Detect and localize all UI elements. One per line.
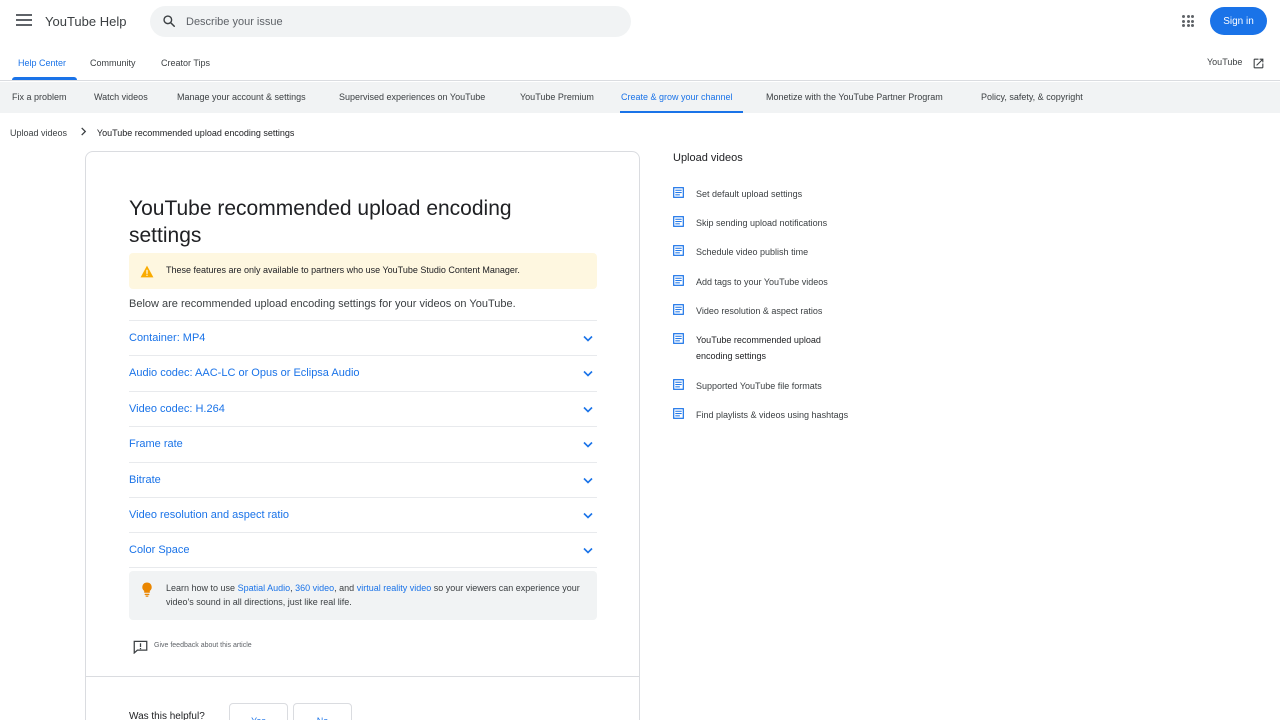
chevron-down-icon (583, 371, 593, 378)
settings-accordion: Container: MP4 Audio codec: AAC-LC or Op… (129, 320, 597, 568)
tip-prefix: Learn how to use (166, 583, 238, 593)
helpful-no-button[interactable]: No (293, 703, 352, 720)
accordion-color-space[interactable]: Color Space (129, 532, 597, 568)
youtube-link[interactable]: YouTube (1207, 57, 1242, 67)
accordion-audio-codec[interactable]: Audio codec: AAC-LC or Opus or Eclipsa A… (129, 355, 597, 390)
chevron-right-icon (80, 127, 87, 138)
chevron-down-icon (583, 548, 593, 554)
accordion-resolution[interactable]: Video resolution and aspect ratio (129, 496, 597, 532)
helpful-question: Was this helpful? (129, 711, 205, 720)
warning-text: These features are only available to par… (166, 265, 520, 275)
accordion-container[interactable]: Container: MP4 (129, 320, 597, 355)
sidebar-item-label: Schedule video publish time (696, 247, 809, 257)
warning-icon (140, 265, 154, 278)
article-icon (673, 408, 684, 419)
breadcrumb-current: YouTube recommended upload encoding sett… (96, 128, 295, 138)
lightbulb-icon (142, 582, 152, 597)
sign-in-button[interactable]: Sign in (1210, 7, 1267, 35)
accordion-label: Video resolution and aspect ratio (129, 508, 290, 521)
chevron-down-icon (583, 335, 593, 342)
menu-icon[interactable] (16, 14, 32, 28)
sidebar-item-label: Video resolution & aspect ratios (696, 306, 823, 316)
feedback-text: Give feedback about this article (154, 642, 252, 649)
accordion-label: Audio codec: AAC-LC or Opus or Eclipsa A… (129, 367, 360, 380)
accordion-label: Bitrate (129, 473, 161, 486)
360-video-link[interactable]: 360 video (295, 583, 334, 593)
breadcrumb: Upload videos YouTube recommended upload… (10, 127, 294, 138)
accordion-video-codec[interactable]: Video codec: H.264 (129, 390, 597, 426)
article-intro: Below are recommended upload encoding se… (129, 298, 516, 310)
sidebar-item-label: Supported YouTube file formats (696, 381, 822, 391)
accordion-label: Video codec: H.264 (129, 402, 225, 415)
tab-creator-tips[interactable]: Creator Tips (161, 58, 210, 68)
top-header: YouTube Help Sign in (0, 0, 1280, 42)
sidebar-item-label: Add tags to your YouTube videos (696, 277, 828, 287)
tab-community[interactable]: Community (90, 58, 136, 68)
accordion-bitrate[interactable]: Bitrate (129, 461, 597, 497)
article-icon (673, 187, 684, 198)
apps-icon[interactable] (1182, 15, 1194, 27)
accordion-frame-rate[interactable]: Frame rate (129, 426, 597, 461)
tab-help-center[interactable]: Help Center (18, 58, 66, 68)
accordion-label: Frame rate (129, 438, 183, 451)
active-category-indicator (620, 111, 743, 113)
article-title: YouTube recommended upload encoding sett… (129, 197, 512, 247)
chevron-down-icon (583, 512, 593, 519)
chevron-down-icon (583, 477, 593, 484)
search-input[interactable] (186, 6, 616, 37)
category-monetize[interactable]: Monetize with the YouTube Partner Progra… (766, 92, 943, 102)
category-watch-videos[interactable]: Watch videos (94, 92, 148, 102)
category-youtube-premium[interactable]: YouTube Premium (520, 92, 594, 102)
sidebar-item-label: Skip sending upload notifications (696, 218, 828, 228)
chevron-down-icon (583, 406, 593, 413)
search-box[interactable] (150, 6, 631, 37)
sidebar-item-label: Set default upload settings (696, 189, 803, 199)
app-title[interactable]: YouTube Help (45, 14, 126, 29)
article-icon (673, 245, 684, 256)
category-create-grow-channel[interactable]: Create & grow your channel (621, 92, 733, 102)
tip-text: Learn how to use Spatial Audio, 360 vide… (166, 581, 591, 609)
category-fix-a-problem[interactable]: Fix a problem (12, 92, 67, 102)
sidebar-item-label: YouTube recommended upload encoding sett… (696, 335, 821, 361)
category-nav: Fix a problem Watch videos Manage your a… (0, 82, 1280, 113)
external-link-icon[interactable] (1252, 57, 1265, 70)
accordion-label: Container: MP4 (129, 332, 206, 344)
sidebar-title: Upload videos (673, 152, 743, 164)
tip-callout: Learn how to use Spatial Audio, 360 vide… (129, 571, 597, 620)
article-icon (673, 216, 684, 227)
card-divider (86, 676, 639, 677)
accordion-label: Color Space (129, 544, 190, 557)
category-policy-safety[interactable]: Policy, safety, & copyright (981, 92, 1083, 102)
category-supervised-experiences[interactable]: Supervised experiences on YouTube (339, 92, 485, 102)
spatial-audio-link[interactable]: Spatial Audio (238, 583, 291, 593)
tip-separator: , and (334, 583, 357, 593)
category-manage-account[interactable]: Manage your account & settings (177, 92, 306, 102)
article-icon (673, 333, 684, 344)
article-icon (673, 379, 684, 390)
search-icon[interactable] (162, 14, 176, 28)
article-icon (673, 275, 684, 286)
article-icon (673, 304, 684, 315)
breadcrumb-upload-videos[interactable]: Upload videos (10, 128, 67, 138)
sidebar-item-label: Find playlists & videos using hashtags (696, 410, 849, 420)
helpful-yes-button[interactable]: Yes (229, 703, 288, 720)
feedback-icon (133, 640, 148, 654)
virtual-reality-video-link[interactable]: virtual reality video (357, 583, 432, 593)
article-card: YouTube recommended upload encoding sett… (85, 151, 640, 720)
warning-callout: These features are only available to par… (129, 253, 597, 289)
active-tab-indicator (12, 77, 77, 80)
chevron-down-icon (583, 442, 593, 448)
help-tabs: Help Center Community Creator Tips YouTu… (0, 48, 1280, 81)
